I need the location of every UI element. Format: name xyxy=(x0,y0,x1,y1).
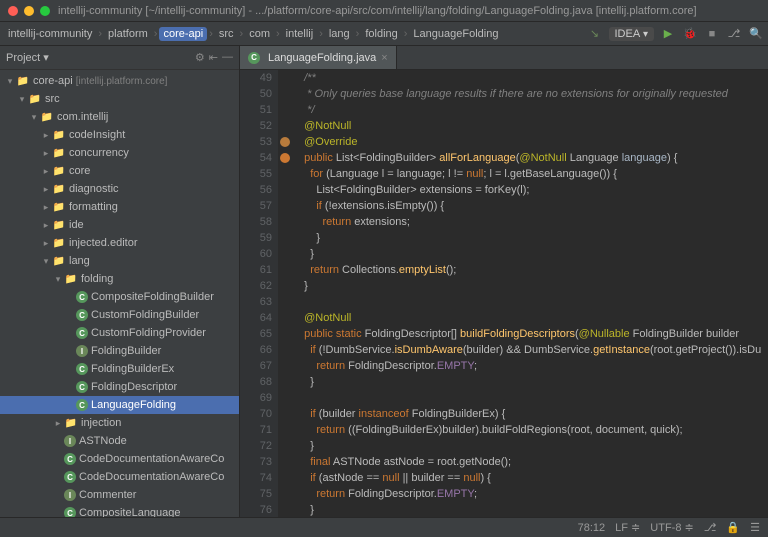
toolbar-right: ↘ IDEA ▾ ▶ 🐞 ■ ⎇ 🔍 xyxy=(587,26,765,42)
project-sidebar: Project ▾ ⚙ ⇤ — ▾📁core-api[intellij.plat… xyxy=(0,46,240,517)
tree-row[interactable]: ▸📁formatting xyxy=(0,198,239,216)
tree-row[interactable]: ▸📁core xyxy=(0,162,239,180)
tree-row[interactable]: ▸📁diagnostic xyxy=(0,180,239,198)
minimize-icon[interactable] xyxy=(24,6,34,16)
tree-row[interactable]: IASTNode xyxy=(0,432,239,450)
navbar: intellij-community› platform› core-api› … xyxy=(0,22,768,46)
tree-row[interactable]: ▾📁folding xyxy=(0,270,239,288)
statusbar: 78:12 LF ≑ UTF-8 ≑ ⎇ 🔒 ☰ xyxy=(0,517,768,537)
run-config-select[interactable]: IDEA ▾ xyxy=(609,27,655,41)
bc-class[interactable]: LanguageFolding xyxy=(409,27,502,41)
tree-row[interactable]: ▾📁core-api[intellij.platform.core] xyxy=(0,72,239,90)
tree-row[interactable]: ▾📁lang xyxy=(0,252,239,270)
build-icon[interactable]: ↘ xyxy=(587,26,603,42)
editor-tabs: C LanguageFolding.java × xyxy=(240,46,768,70)
status-line-ending[interactable]: LF ≑ xyxy=(615,521,640,534)
tab-language-folding[interactable]: C LanguageFolding.java × xyxy=(240,46,397,69)
bc-intellij[interactable]: intellij xyxy=(282,27,318,41)
debug-icon[interactable]: 🐞 xyxy=(682,26,698,42)
bc-lang[interactable]: lang xyxy=(325,27,354,41)
gutter: 4950515253545556575859606162636465666768… xyxy=(240,70,278,517)
bc-com[interactable]: com xyxy=(245,27,274,41)
tree-row[interactable]: CCodeDocumentationAwareCo xyxy=(0,450,239,468)
tree-row[interactable]: ▸📁concurrency xyxy=(0,144,239,162)
tree-row[interactable]: ▸📁injected.editor xyxy=(0,234,239,252)
tree-row[interactable]: CCustomFoldingBuilder xyxy=(0,306,239,324)
tree-row[interactable]: ICommenter xyxy=(0,486,239,504)
tree-row[interactable]: CCompositeLanguage xyxy=(0,504,239,517)
window-controls[interactable] xyxy=(8,6,50,16)
bc-platform[interactable]: platform xyxy=(104,27,152,41)
tree-row[interactable]: ▾📁src xyxy=(0,90,239,108)
tree-row[interactable]: CFoldingDescriptor xyxy=(0,378,239,396)
tree-row[interactable]: CCompositeFoldingBuilder xyxy=(0,288,239,306)
run-icon[interactable]: ▶ xyxy=(660,26,676,42)
window-title: intellij-community [~/intellij-community… xyxy=(58,5,697,17)
bc-core-api[interactable]: core-api xyxy=(159,27,207,41)
titlebar: intellij-community [~/intellij-community… xyxy=(0,0,768,22)
close-icon[interactable] xyxy=(8,6,18,16)
project-tree[interactable]: ▾📁core-api[intellij.platform.core]▾📁src▾… xyxy=(0,70,239,517)
sidebar-header: Project ▾ ⚙ ⇤ — xyxy=(0,46,239,70)
bc-folding[interactable]: folding xyxy=(361,27,401,41)
bc-project[interactable]: intellij-community xyxy=(4,27,96,41)
gear-icon[interactable]: ⚙ xyxy=(195,51,205,64)
close-tab-icon[interactable]: × xyxy=(381,52,387,64)
maximize-icon[interactable] xyxy=(40,6,50,16)
breadcrumb: intellij-community› platform› core-api› … xyxy=(4,27,502,41)
bc-src[interactable]: src xyxy=(215,27,238,41)
git-branch-icon[interactable]: ⎇ xyxy=(704,521,717,534)
editor: C LanguageFolding.java × 495051525354555… xyxy=(240,46,768,517)
status-encoding[interactable]: UTF-8 ≑ xyxy=(650,521,693,534)
tree-row[interactable]: ▸📁codeInsight xyxy=(0,126,239,144)
tree-row[interactable]: ▸📁ide xyxy=(0,216,239,234)
sidebar-title[interactable]: Project xyxy=(6,52,40,64)
inspector-icon[interactable]: ☰ xyxy=(750,521,760,534)
code-area[interactable]: 4950515253545556575859606162636465666768… xyxy=(240,70,768,517)
lock-icon[interactable]: 🔒 xyxy=(726,521,740,534)
tree-row[interactable]: CCustomFoldingProvider xyxy=(0,324,239,342)
tree-row[interactable]: CCodeDocumentationAwareCo xyxy=(0,468,239,486)
status-caret[interactable]: 78:12 xyxy=(578,522,606,534)
vcs-icon[interactable]: ⎇ xyxy=(726,26,742,42)
tree-row[interactable]: CLanguageFolding xyxy=(0,396,239,414)
stop-icon[interactable]: ■ xyxy=(704,26,720,42)
tree-row[interactable]: IFoldingBuilder xyxy=(0,342,239,360)
tree-row[interactable]: ▾📁com.intellij xyxy=(0,108,239,126)
hide-icon[interactable]: — xyxy=(222,51,233,64)
code-text[interactable]: /** * Only queries base language results… xyxy=(278,70,768,517)
search-icon[interactable]: 🔍 xyxy=(748,26,764,42)
tab-label: LanguageFolding.java xyxy=(268,52,376,64)
tree-row[interactable]: CFoldingBuilderEx xyxy=(0,360,239,378)
collapse-icon[interactable]: ⇤ xyxy=(209,51,218,64)
tree-row[interactable]: ▸📁injection xyxy=(0,414,239,432)
